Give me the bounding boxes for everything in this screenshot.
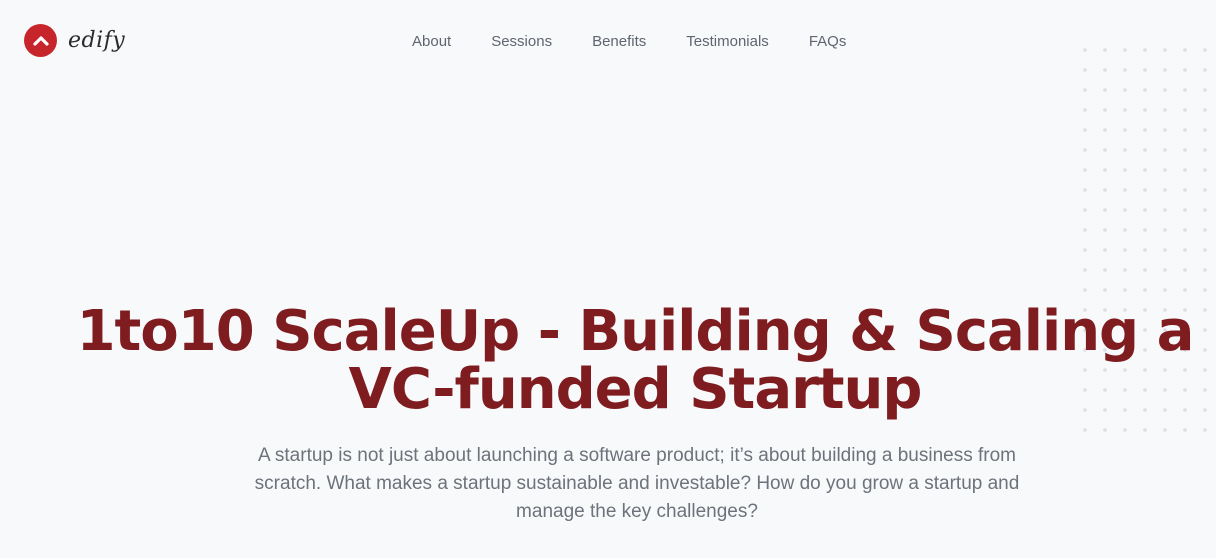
main-nav: About Sessions Benefits Testimonials FAQ… [392,32,866,52]
hero-title: 1to10 ScaleUp - Building & Scaling a VC-… [76,299,1195,422]
chevron-up-icon [24,24,57,57]
brand-name: edify [68,27,126,53]
nav-item-benefits[interactable]: Benefits [592,32,646,52]
nav-item-sessions[interactable]: Sessions [491,32,552,52]
logo-link[interactable]: edify [24,24,125,57]
nav-item-about[interactable]: About [412,32,451,52]
hero-subtitle: A startup is not just about launching a … [254,445,1020,522]
nav-item-faqs[interactable]: FAQs [809,32,847,52]
nav-item-testimonials[interactable]: Testimonials [686,32,769,52]
site-header: edify About Sessions Benefits Testimonia… [0,0,1216,84]
